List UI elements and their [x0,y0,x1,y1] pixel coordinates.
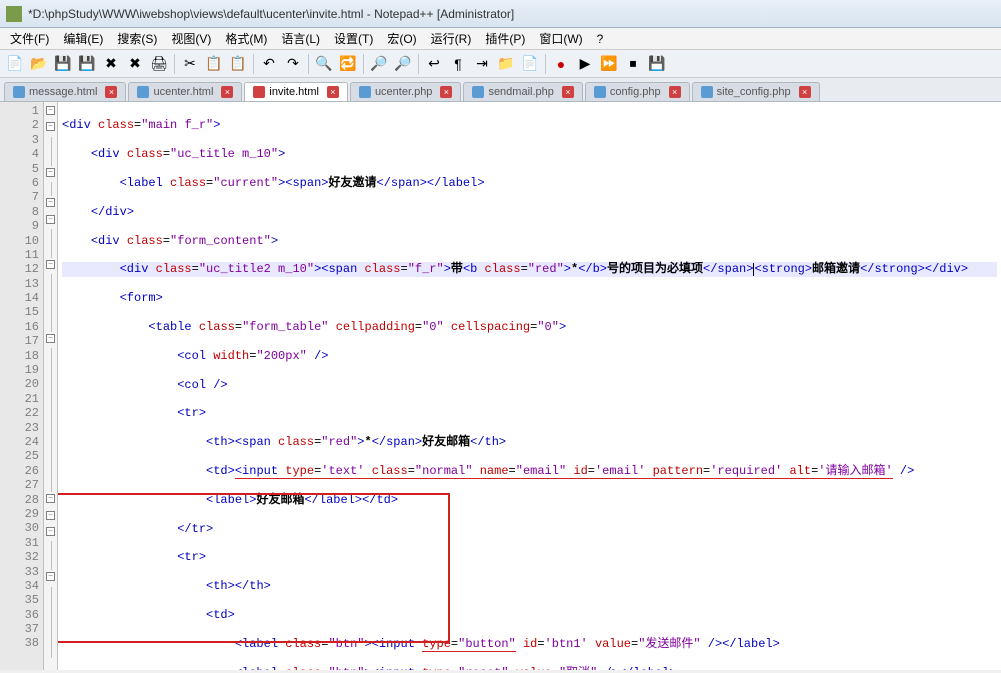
menu-run[interactable]: 运行(R) [425,28,478,49]
open-file-icon[interactable]: 📂 [28,53,50,75]
toolbar-separator [253,54,254,74]
menu-language[interactable]: 语言(L) [275,28,326,49]
undo-icon[interactable]: ↶ [258,53,280,75]
toolbar-separator [418,54,419,74]
new-file-icon[interactable]: 📄 [4,53,26,75]
menu-edit[interactable]: 编辑(E) [57,28,109,49]
tab-config[interactable]: config.php × [585,82,690,101]
tab-close-icon[interactable]: × [221,86,233,98]
window-title: *D:\phpStudy\WWW\iwebshop\views\default\… [28,7,995,21]
editor-area: 1234567891011121314151617181920212223242… [0,102,1001,670]
menu-window[interactable]: 窗口(W) [533,28,588,49]
tab-close-icon[interactable]: × [562,86,574,98]
show-all-icon[interactable]: ¶ [447,53,469,75]
copy-icon[interactable]: 📋 [203,53,225,75]
print-icon[interactable]: 🖨 [148,53,170,75]
tab-ucenter-php[interactable]: ucenter.php × [350,82,462,101]
tab-label: message.html [29,86,97,98]
record-icon[interactable]: ● [550,53,572,75]
cut-icon[interactable]: ✂ [179,53,201,75]
zoom-in-icon[interactable]: 🔎 [368,53,390,75]
toolbar-separator [308,54,309,74]
tab-close-icon[interactable]: × [327,86,339,98]
play-icon[interactable]: ▶ [574,53,596,75]
zoom-out-icon[interactable]: 🔎 [392,53,414,75]
menu-help[interactable]: ? [591,30,610,48]
line-number-gutter: 1234567891011121314151617181920212223242… [0,102,44,670]
tab-label: sendmail.php [488,86,553,98]
indent-icon[interactable]: ⇥ [471,53,493,75]
tab-label: invite.html [269,86,319,98]
app-icon [6,6,22,22]
find-icon[interactable]: 🔍 [313,53,335,75]
tab-close-icon[interactable]: × [440,86,452,98]
tab-close-icon[interactable]: × [669,86,681,98]
tab-close-icon[interactable]: × [799,86,811,98]
stop-icon[interactable]: ⏹ [622,53,644,75]
tab-sendmail[interactable]: sendmail.php × [463,82,582,101]
wrap-icon[interactable]: ↩ [423,53,445,75]
replace-icon[interactable]: 🔁 [337,53,359,75]
doc-icon[interactable]: 📄 [519,53,541,75]
title-bar: *D:\phpStudy\WWW\iwebshop\views\default\… [0,0,1001,28]
save-macro-icon[interactable]: 💾 [646,53,668,75]
tab-message[interactable]: message.html × [4,82,126,101]
toolbar: 📄 📂 💾 💾 ✖ ✖ 🖨 ✂ 📋 📋 ↶ ↷ 🔍 🔁 🔎 🔎 ↩ ¶ ⇥ 📁 … [0,50,1001,78]
redo-icon[interactable]: ↷ [282,53,304,75]
menu-bar: 文件(F) 编辑(E) 搜索(S) 视图(V) 格式(M) 语言(L) 设置(T… [0,28,1001,50]
tab-close-icon[interactable]: × [105,86,117,98]
close-icon[interactable]: ✖ [100,53,122,75]
save-icon[interactable]: 💾 [52,53,74,75]
paste-icon[interactable]: 📋 [227,53,249,75]
toolbar-separator [363,54,364,74]
folder-icon[interactable]: 📁 [495,53,517,75]
menu-search[interactable]: 搜索(S) [111,28,163,49]
tab-label: ucenter.php [375,86,433,98]
toolbar-separator [545,54,546,74]
fast-icon[interactable]: ⏩ [598,53,620,75]
close-all-icon[interactable]: ✖ [124,53,146,75]
menu-macro[interactable]: 宏(O) [381,28,422,49]
code-editor[interactable]: <div class="main f_r"> <div class="uc_ti… [58,102,1001,670]
tab-ucenter-html[interactable]: ucenter.html × [128,82,242,101]
tab-label: site_config.php [717,86,791,98]
menu-settings[interactable]: 设置(T) [328,28,379,49]
menu-view[interactable]: 视图(V) [165,28,217,49]
tab-invite[interactable]: invite.html × [244,82,348,101]
menu-file[interactable]: 文件(F) [4,28,55,49]
menu-format[interactable]: 格式(M) [219,28,273,49]
tab-site-config[interactable]: site_config.php × [692,82,820,101]
tab-label: ucenter.html [153,86,213,98]
fold-gutter: −−−−−−−−−−− [44,102,58,670]
tab-bar: message.html × ucenter.html × invite.html ×… [0,78,1001,102]
menu-plugins[interactable]: 插件(P) [479,28,531,49]
tab-label: config.php [610,86,661,98]
save-all-icon[interactable]: 💾 [76,53,98,75]
toolbar-separator [174,54,175,74]
